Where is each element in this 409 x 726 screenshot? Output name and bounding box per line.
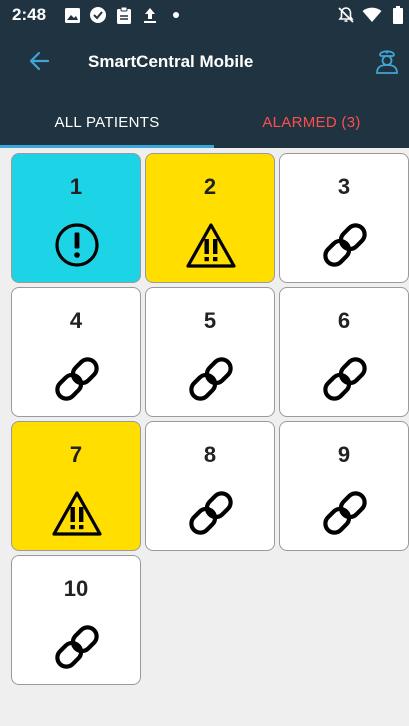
exclamation-circle-icon <box>47 218 107 272</box>
back-button[interactable] <box>26 50 52 76</box>
status-icons-right <box>331 5 409 25</box>
link-icon <box>315 486 375 540</box>
patient-number: 5 <box>203 308 217 333</box>
wifi-icon <box>361 5 383 25</box>
arrow-back-icon <box>28 50 50 77</box>
patient-tile-5[interactable]: 5 <box>145 287 275 417</box>
nurse-icon <box>373 46 401 79</box>
patient-number: 10 <box>63 576 89 601</box>
link-icon <box>315 352 375 406</box>
user-profile-button[interactable] <box>372 47 402 77</box>
patient-number: 6 <box>337 308 351 333</box>
tab-all-patients[interactable]: ALL PATIENTS <box>0 96 214 148</box>
patient-tile-1[interactable]: 1 <box>11 153 141 283</box>
link-icon <box>181 352 241 406</box>
patient-tile-6[interactable]: 6 <box>279 287 409 417</box>
warning-triangle-icon <box>181 218 241 272</box>
link-icon <box>47 620 107 674</box>
check-circle-icon <box>88 5 108 25</box>
patient-number: 4 <box>69 308 83 333</box>
status-time: 2:48 <box>12 5 47 24</box>
notifications-off-icon <box>335 5 357 25</box>
tab-bar: ALL PATIENTS ALARMED (3) <box>0 96 409 148</box>
patient-tile-2[interactable]: 2 <box>145 153 275 283</box>
link-icon <box>181 486 241 540</box>
patient-tile-7[interactable]: 7 <box>11 421 141 551</box>
battery-icon <box>387 5 409 25</box>
patient-tile-4[interactable]: 4 <box>11 287 141 417</box>
patient-grid: 1 2 3 4 5 6 7 8 9 10 <box>0 148 409 726</box>
warning-triangle-icon <box>47 486 107 540</box>
link-icon <box>315 218 375 272</box>
upload-icon <box>140 5 160 25</box>
patient-number: 3 <box>337 174 351 199</box>
header: 2:48 SmartCentral Mobile ALL PATIENTS AL… <box>0 0 409 148</box>
patient-number: 7 <box>69 442 83 467</box>
patient-number: 9 <box>337 442 351 467</box>
dot-icon <box>166 5 186 25</box>
patient-number: 2 <box>203 174 217 199</box>
image-icon <box>62 5 82 25</box>
patient-number: 1 <box>69 174 83 199</box>
patient-tile-9[interactable]: 9 <box>279 421 409 551</box>
status-icons-left <box>62 5 192 25</box>
tab-alarmed[interactable]: ALARMED (3) <box>214 96 409 148</box>
app-screen: 2:48 SmartCentral Mobile ALL PATIENTS AL… <box>0 0 409 726</box>
app-bar: SmartCentral Mobile <box>0 30 409 96</box>
status-bar: 2:48 <box>0 0 409 30</box>
clipboard-icon <box>114 5 134 25</box>
app-title: SmartCentral Mobile <box>88 52 254 71</box>
patient-tile-3[interactable]: 3 <box>279 153 409 283</box>
patient-number: 8 <box>203 442 217 467</box>
patient-tile-10[interactable]: 10 <box>11 555 141 685</box>
link-icon <box>47 352 107 406</box>
patient-tile-8[interactable]: 8 <box>145 421 275 551</box>
